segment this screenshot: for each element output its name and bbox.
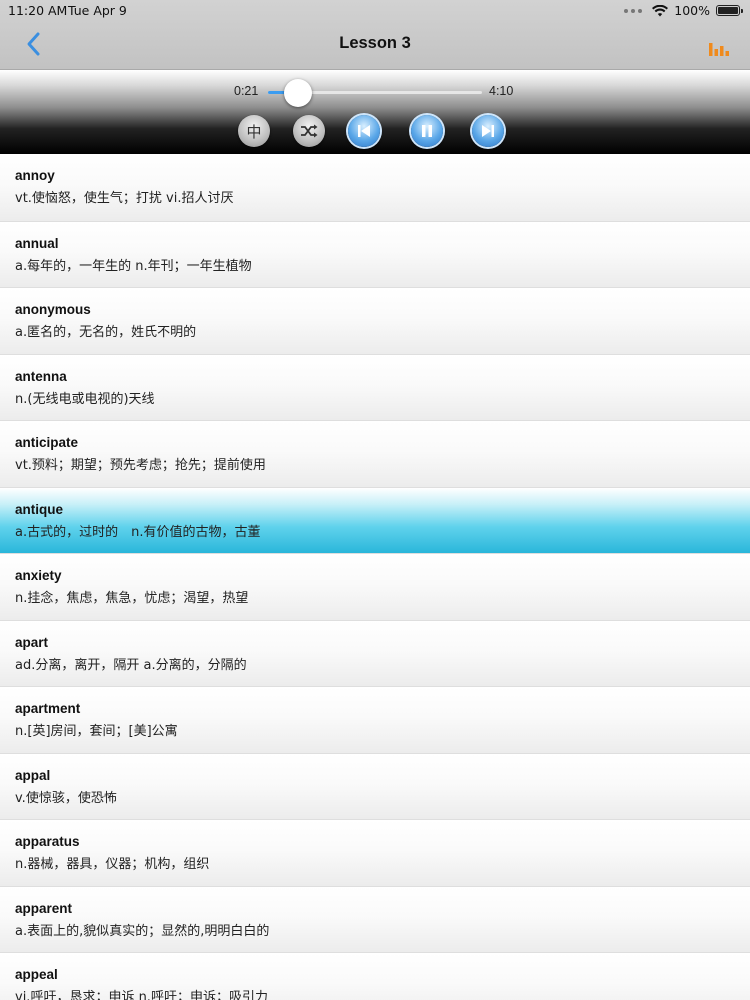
- word-list: annoy vt.使恼怒，使生气；打扰 vi.招人讨厌 annual a.每年的，一年…: [0, 154, 750, 1000]
- word-definition: vi.呼吁，恳求；申诉 n.呼吁；申诉；吸引力: [15, 990, 268, 1000]
- skip-previous-icon: [358, 125, 370, 137]
- word-definition: n.[英]房间，套间；[美]公寓: [15, 724, 178, 739]
- word-row[interactable]: anticipate vt.预料；期望；预先考虑；抢先；提前使用: [0, 420, 750, 487]
- previous-button[interactable]: [348, 115, 380, 147]
- word-definition: n.挂念，焦虑，焦急，忧虑；渴望，热望: [15, 591, 249, 606]
- bar-chart-icon: [709, 43, 729, 56]
- word-definition: vt.使恼怒，使生气；打扰 vi.招人讨厌: [15, 191, 234, 206]
- status-bar: 11:20 AM Tue Apr 9 100%: [0, 0, 750, 22]
- pause-button[interactable]: [411, 115, 443, 147]
- word-text: anticipate: [15, 435, 79, 450]
- shuffle-button[interactable]: [293, 115, 325, 147]
- skip-next-icon: [482, 125, 494, 137]
- word-definition: a.匿名的，无名的，姓氏不明的: [15, 325, 197, 340]
- word-row[interactable]: antique a.古式的，过时的 n.有价值的古物，古董: [0, 486, 750, 553]
- total-time: 4:10: [489, 84, 514, 98]
- word-text: apart: [15, 634, 49, 650]
- navigation-bar: 11:20 AM Tue Apr 9 100% Lesson 3: [0, 0, 750, 70]
- word-definition: n.(无线电或电视的)天线: [15, 391, 155, 407]
- shuffle-icon: [301, 124, 318, 138]
- progress-slider-thumb[interactable]: [283, 79, 312, 107]
- wifi-icon: [652, 4, 669, 16]
- word-text: apparatus: [15, 834, 80, 849]
- word-text: appeal: [15, 967, 58, 982]
- next-button[interactable]: [472, 115, 504, 147]
- word-text: apartment: [15, 701, 81, 716]
- status-date: Tue Apr 9: [68, 3, 127, 18]
- multitasking-dots-icon: [624, 8, 643, 13]
- current-time: 0:21: [234, 84, 259, 98]
- word-row[interactable]: antenna n.(无线电或电视的)天线: [0, 353, 750, 420]
- status-time: 11:20 AM: [8, 3, 68, 18]
- word-row[interactable]: annual a.每年的，一年生的 n.年刊；一年生植物: [0, 220, 750, 287]
- word-definition: vt.预料；期望；预先考虑；抢先；提前使用: [15, 458, 266, 473]
- chinese-toggle-label: 中: [246, 122, 262, 141]
- word-row[interactable]: apartment n.[英]房间，套间；[美]公寓: [0, 686, 750, 753]
- word-text: annoy: [15, 168, 55, 183]
- word-row[interactable]: anxiety n.挂念，焦虑，焦急，忧虑；渴望，热望: [0, 553, 750, 620]
- word-text: anxiety: [15, 568, 62, 583]
- word-row[interactable]: apart ad.分离，离开，隔开 a.分离的，分隔的: [0, 619, 750, 686]
- word-text: antenna: [15, 368, 67, 384]
- word-row[interactable]: appeal vi.呼吁，恳求；申诉 n.呼吁；申诉；吸引力: [0, 952, 750, 1000]
- word-row[interactable]: apparatus n.器械，器具，仪器；机构，组织: [0, 819, 750, 886]
- word-row[interactable]: anonymous a.匿名的，无名的，姓氏不明的: [0, 287, 750, 354]
- page-title: Lesson 3: [339, 34, 411, 52]
- word-text: apparent: [15, 900, 73, 916]
- word-text: annual: [15, 235, 59, 251]
- word-definition: a.古式的，过时的 n.有价值的古物，古董: [15, 524, 261, 540]
- word-text: anonymous: [15, 302, 91, 317]
- audio-player: 0:21 4:10 中: [0, 70, 750, 154]
- word-text: antique: [15, 501, 64, 517]
- word-row[interactable]: apparent a.表面上的,貌似真实的；显然的,明明白白的: [0, 885, 750, 952]
- word-definition: n.器械，器具，仪器；机构，组织: [15, 857, 210, 872]
- statistics-button[interactable]: [708, 40, 730, 58]
- chinese-toggle-button[interactable]: 中: [238, 115, 270, 147]
- word-row[interactable]: annoy vt.使恼怒，使生气；打扰 vi.招人讨厌: [0, 154, 750, 221]
- word-text: appal: [15, 767, 51, 783]
- word-definition: ad.分离，离开，隔开 a.分离的，分隔的: [15, 657, 247, 673]
- word-row[interactable]: appal v.使惊骇，使恐怖: [0, 752, 750, 819]
- status-right: 100%: [624, 3, 743, 18]
- word-definition: v.使惊骇，使恐怖: [15, 790, 117, 806]
- word-definition: a.每年的，一年生的 n.年刊；一年生植物: [15, 258, 252, 274]
- battery-icon: [716, 5, 743, 16]
- pause-icon: [422, 125, 432, 137]
- battery-percent: 100%: [674, 3, 710, 18]
- word-definition: a.表面上的,貌似真实的；显然的,明明白白的: [15, 923, 270, 939]
